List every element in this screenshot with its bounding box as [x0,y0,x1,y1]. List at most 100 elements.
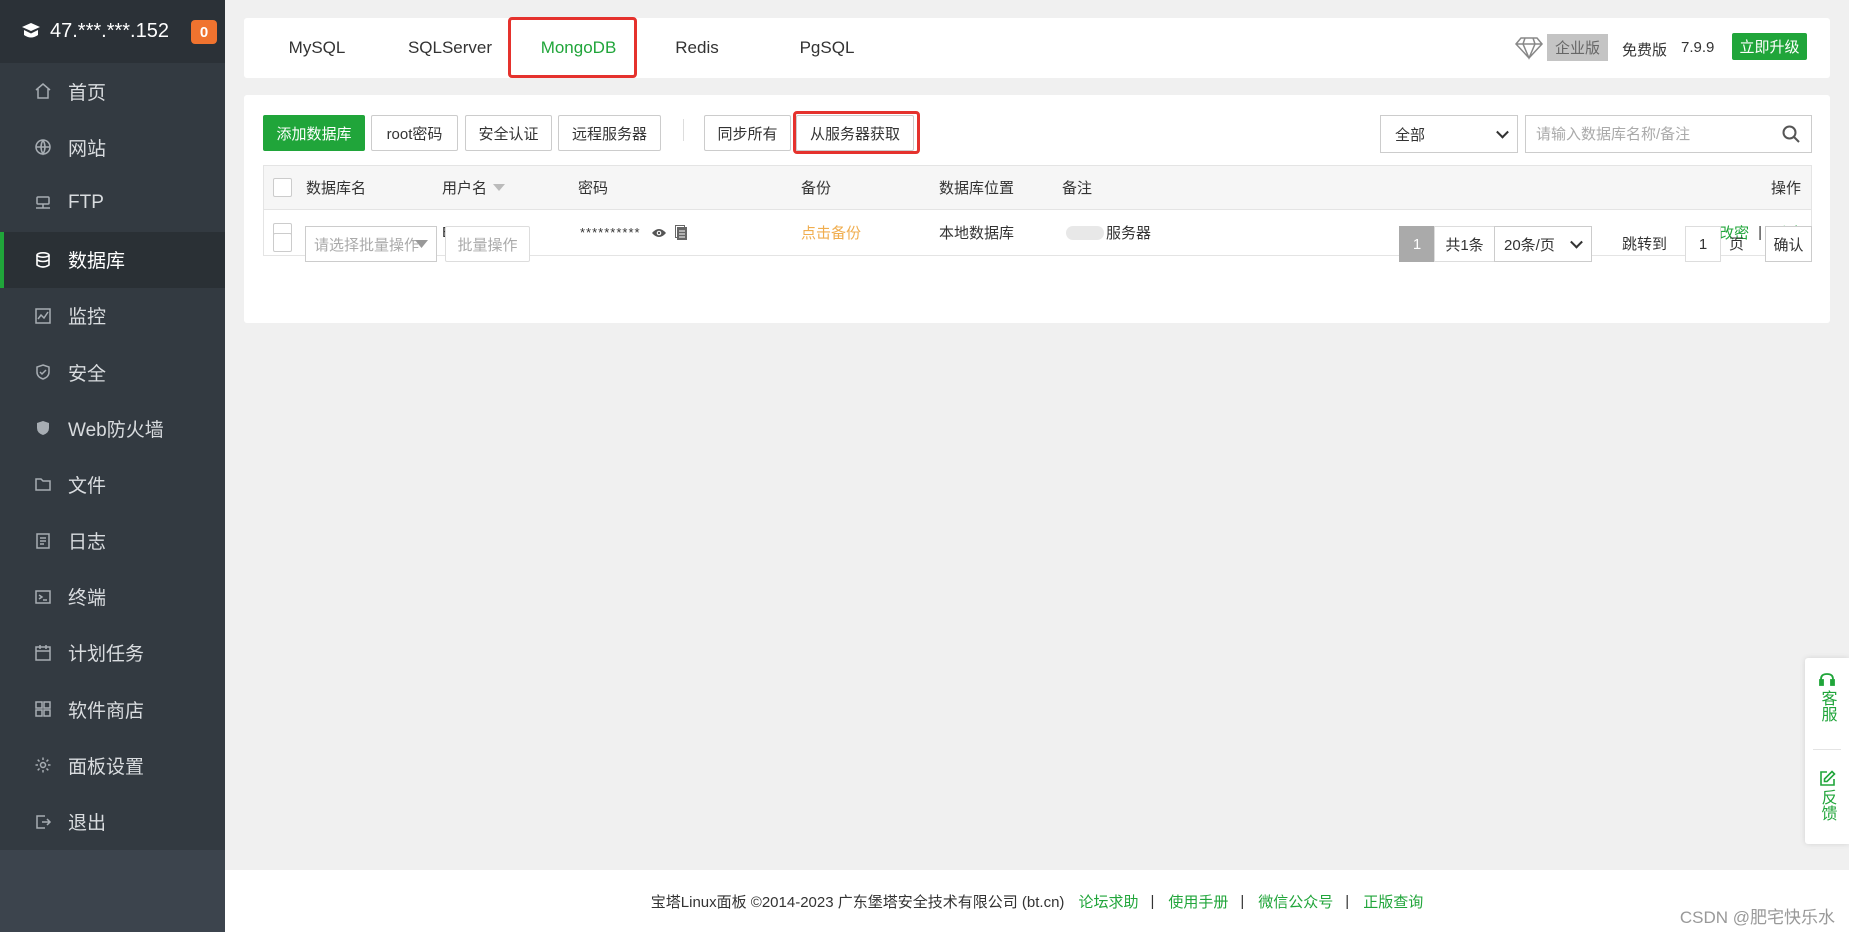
footer-link-forum[interactable]: 论坛求助 [1078,891,1138,912]
jump-confirm-button[interactable]: 确认 [1765,226,1812,262]
sidebar-item-label: 终端 [68,588,107,610]
feedback-button[interactable]: 反馈 [1805,770,1849,821]
sidebar-item-label: 首页 [68,82,107,104]
footer-link-wechat[interactable]: 微信公众号 [1258,891,1333,912]
edit-icon [1819,770,1836,786]
version-label: 7.9.9 [1681,39,1715,56]
search-box [1525,115,1812,153]
sidebar-item-settings[interactable]: 面板设置 [0,737,225,793]
sidebar-item-logs[interactable]: 日志 [0,513,225,569]
sidebar-item-terminal[interactable]: 终端 [0,569,225,625]
bt-logo-icon [20,21,42,43]
batch-select-checkbox[interactable] [273,233,292,252]
backup-link[interactable]: 点击备份 [801,210,861,255]
footer-link-license[interactable]: 正版查询 [1363,891,1423,912]
fetch-from-server-button[interactable]: 从服务器获取 [796,115,914,151]
monitor-icon [32,305,54,327]
database-icon [32,249,54,271]
tab-mongodb[interactable]: MongoDB [515,18,642,78]
security-auth-button[interactable]: 安全认证 [465,115,552,151]
password-mask: ********** [580,225,641,240]
search-input[interactable] [1526,125,1766,143]
eye-icon[interactable] [651,227,667,239]
sidebar-item-label: Web防火墙 [68,419,164,441]
sidebar-item-security[interactable]: 安全 [0,344,225,400]
sidebar-item-label: 退出 [68,813,107,835]
sidebar-item-store[interactable]: 软件商店 [0,681,225,737]
sidebar-item-database[interactable]: 数据库 [0,231,225,288]
sync-all-button[interactable]: 同步所有 [704,115,791,151]
root-password-button[interactable]: root密码 [371,115,458,151]
sidebar-item-home[interactable]: 首页 [0,63,225,119]
float-service-panel: 客服 反馈 [1805,658,1849,844]
sidebar-item-ftp[interactable]: FTP [0,175,225,231]
batch-action-button[interactable]: 批量操作 [445,226,530,262]
select-all-cell [273,166,292,209]
sidebar-item-label: 文件 [68,475,107,497]
total-count: 共1条 [1434,226,1495,262]
tab-redis[interactable]: Redis [652,18,742,78]
tab-pgsql[interactable]: PgSQL [772,18,882,78]
sidebar-item-cron[interactable]: 计划任务 [0,625,225,681]
free-edition-label: 免费版 [1622,42,1668,59]
table-header: 数据库名 用户名 密码 备份 数据库位置 备注 操作 [264,166,1811,210]
remark-cell[interactable]: 服务器 [1066,210,1151,255]
sidebar-item-waf[interactable]: Web防火墙 [0,400,225,456]
per-page-select[interactable]: 20条/页 [1494,226,1592,262]
jump-page-input[interactable]: 1 [1685,226,1721,262]
apps-icon [32,698,54,720]
search-icon[interactable] [1781,124,1801,144]
remark-text: 服务器 [1106,225,1152,242]
headset-icon [1819,673,1835,686]
sidebar-item-label: 监控 [68,307,107,329]
diamond-icon [1515,35,1543,61]
per-page-value: 20条/页 [1504,236,1555,254]
notification-badge[interactable]: 0 [191,20,217,44]
batch-action-select[interactable]: 请选择批量操作 [305,226,437,262]
sidebar-item-label: 软件商店 [68,700,145,722]
db-filter-value: 全部 [1395,126,1426,144]
server-ip: 47.***.***.152 [50,20,169,42]
copy-icon[interactable] [674,224,688,241]
watermark: CSDN @肥宅快乐水 [1679,908,1835,927]
page-current[interactable]: 1 [1399,226,1435,262]
select-all-checkbox[interactable] [273,178,292,197]
enterprise-edition[interactable]: 企业版 [1515,34,1609,61]
sidebar-item-monitor[interactable]: 监控 [0,288,225,344]
sidebar-item-website[interactable]: 网站 [0,119,225,175]
jump-to-label: 跳转到 [1622,236,1668,253]
sort-down-icon[interactable] [493,184,506,191]
database-panel: 添加数据库 root密码 安全认证 远程服务器 同步所有 从服务器获取 全部 数… [244,95,1830,323]
firewall-icon [32,417,54,439]
sidebar-item-logout[interactable]: 退出 [0,793,225,849]
customer-service-button[interactable]: 客服 [1805,672,1849,722]
header-db-name[interactable]: 数据库名 [306,166,366,209]
header-username[interactable]: 用户名 [442,166,506,209]
float-divider [1813,749,1841,750]
shield-icon [32,361,54,383]
password-cell: ********** [580,210,688,255]
logout-icon [32,811,54,833]
upgrade-button[interactable]: 立即升级 [1732,33,1807,60]
remote-server-button[interactable]: 远程服务器 [558,115,661,151]
sidebar-item-label: 计划任务 [68,644,145,666]
enterprise-label: 企业版 [1547,34,1609,61]
footer: 宝塔Linux面板 ©2014-2023 广东堡塔安全技术有限公司 (bt.cn… [225,870,1849,932]
toolbar-divider [683,119,684,141]
add-database-button[interactable]: 添加数据库 [263,115,365,151]
sidebar-item-label: 面板设置 [68,756,145,778]
footer-divider: | [1240,892,1245,910]
db-filter-select[interactable]: 全部 [1380,115,1518,153]
header-backup: 备份 [801,180,832,197]
header-action: 操作 [1770,180,1801,197]
footer-link-manual[interactable]: 使用手册 [1168,891,1228,912]
tab-mysql[interactable]: MySQL [264,18,370,78]
sidebar: 47.***.***.152 0 首页 网站 FTP 数据库 监控 安全 Web… [0,0,225,932]
sidebar-item-label: 安全 [68,363,107,385]
location-cell: 本地数据库 [939,225,1015,242]
folder-icon [32,473,54,495]
tab-sqlserver[interactable]: SQLServer [380,18,520,78]
log-icon [32,530,54,552]
sidebar-header: 47.***.***.152 0 [0,0,225,63]
sidebar-item-files[interactable]: 文件 [0,456,225,512]
